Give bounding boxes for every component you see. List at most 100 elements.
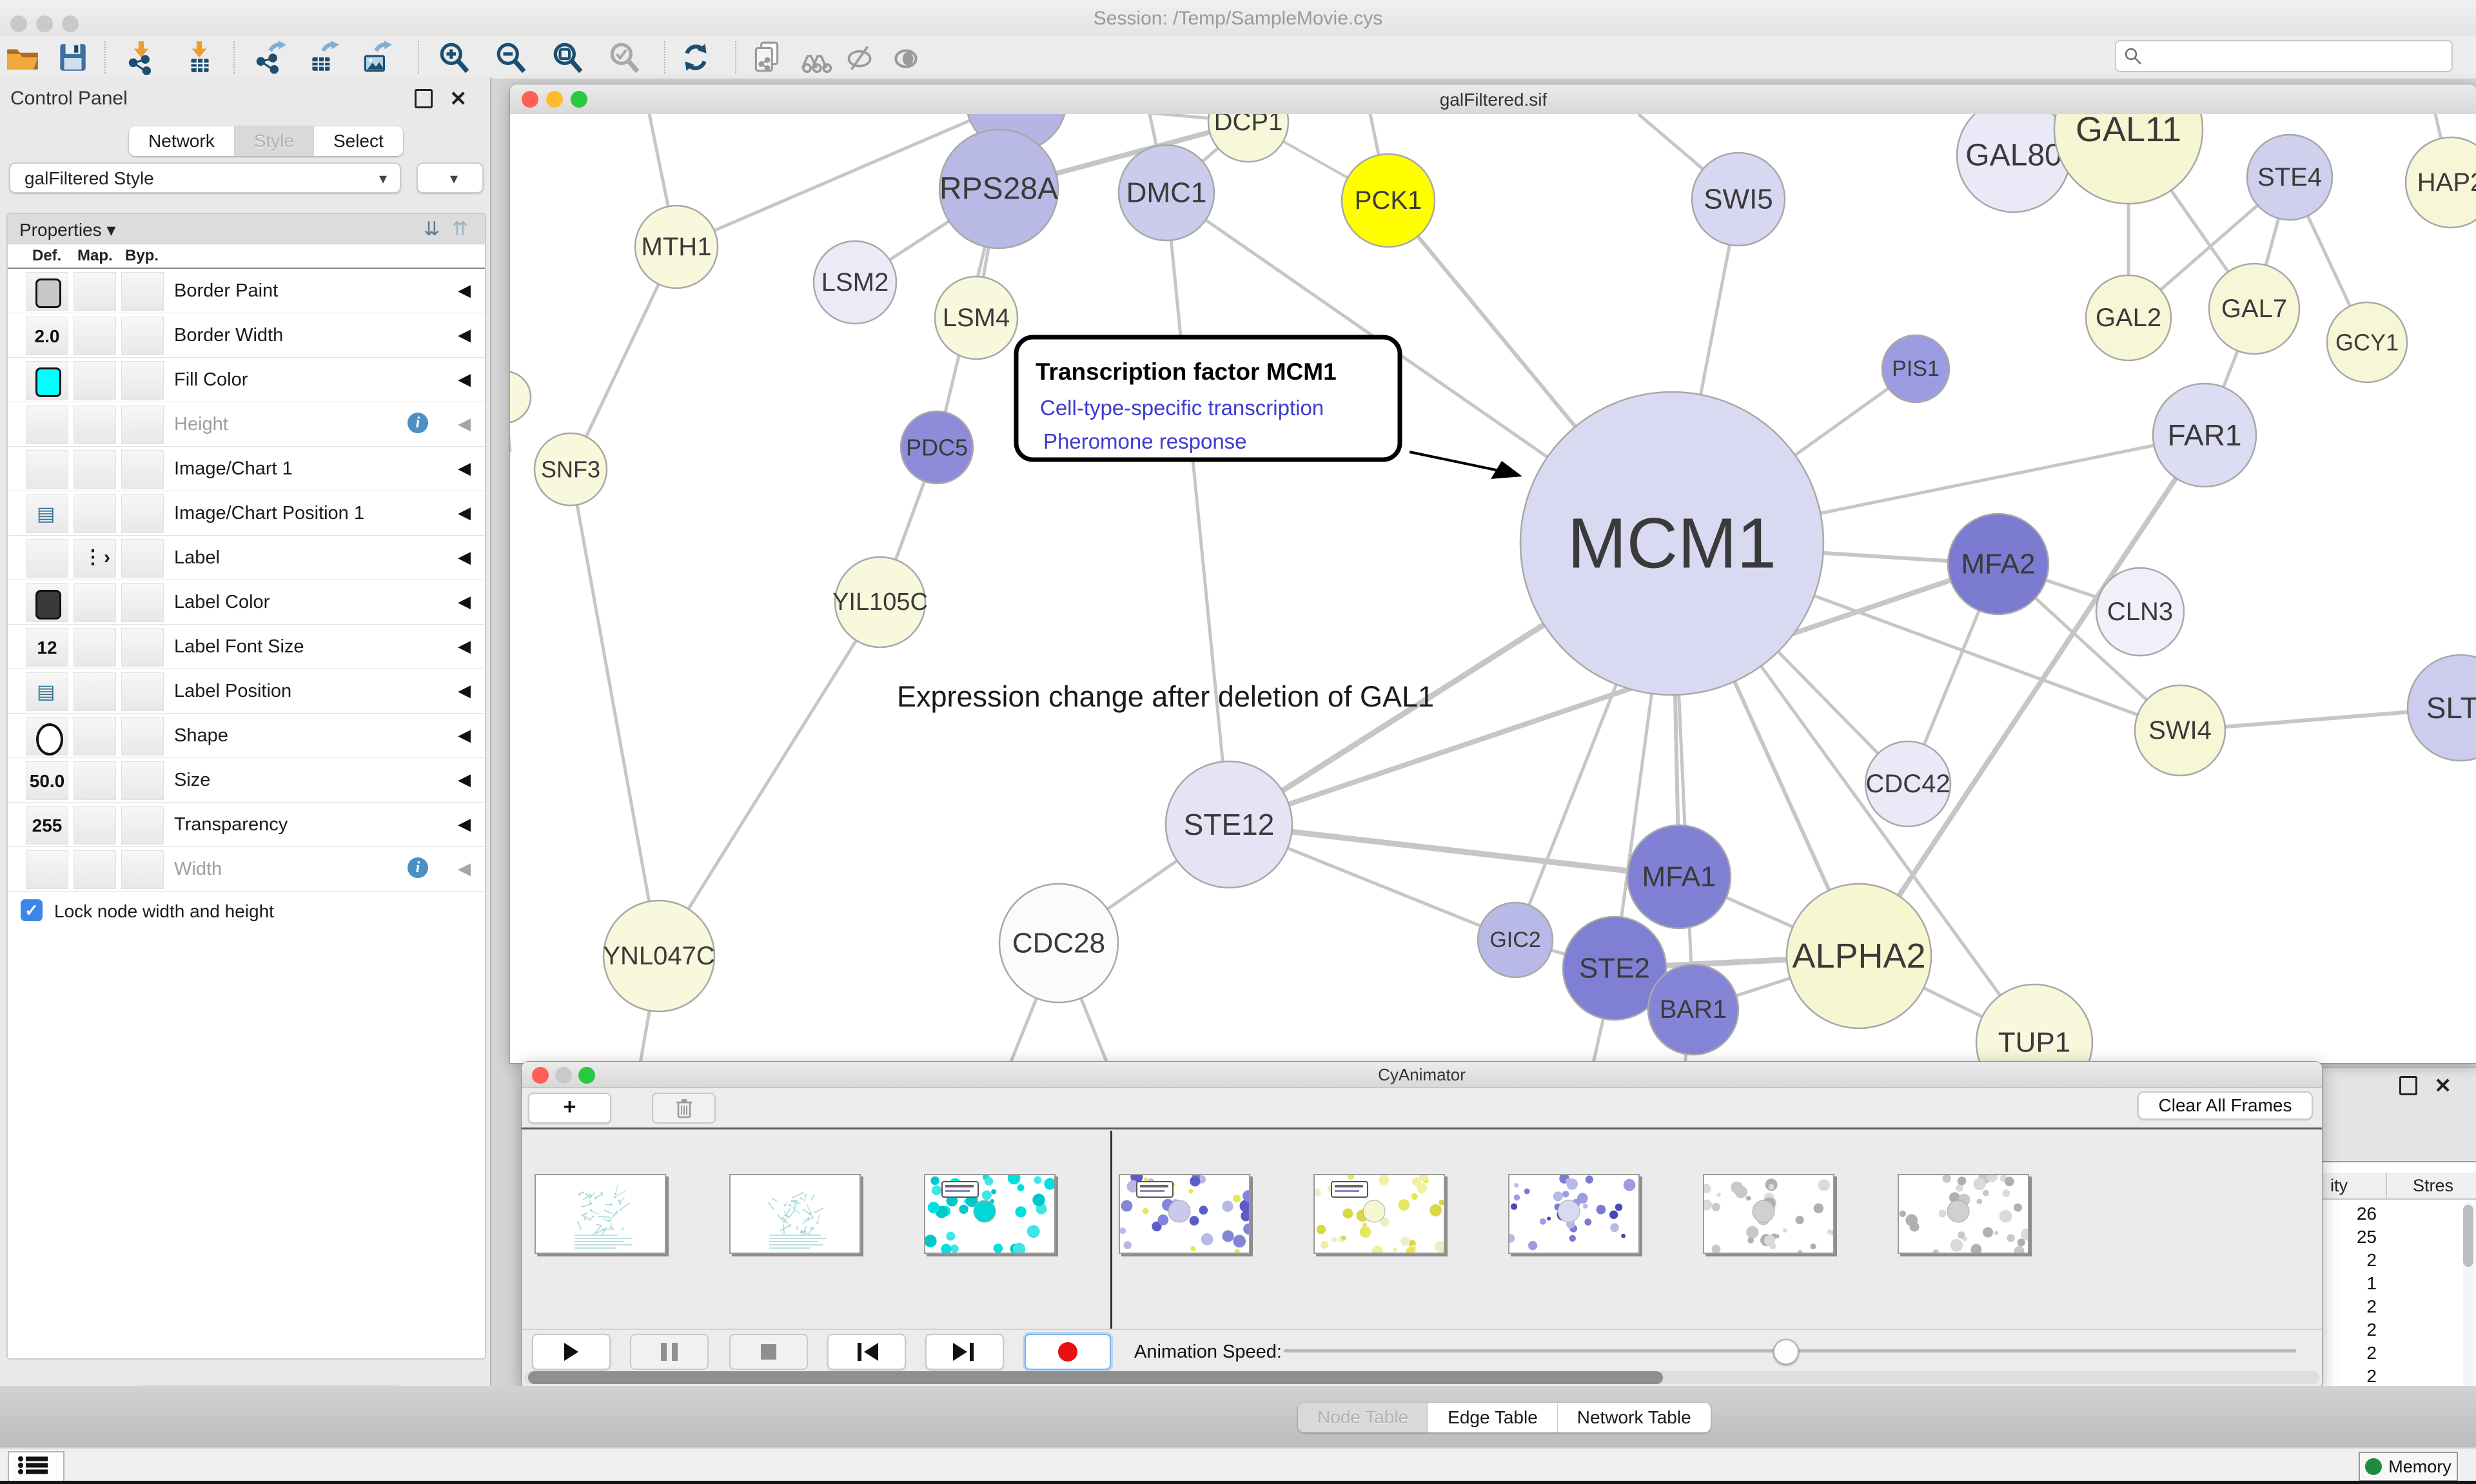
record-button[interactable] — [1025, 1334, 1111, 1370]
default-value[interactable]: 50.0 — [26, 771, 68, 792]
bypass-cell[interactable] — [121, 583, 164, 622]
add-frame-button[interactable]: + — [528, 1093, 611, 1124]
default-cell[interactable]: 12 — [26, 628, 68, 667]
expand-row-icon[interactable]: ◀ — [458, 725, 471, 745]
mapping-cell[interactable] — [74, 717, 116, 756]
export-network-icon[interactable] — [253, 40, 288, 75]
node-GAL11[interactable]: GAL11 — [2054, 114, 2203, 204]
frame-thumbnail-5[interactable] — [1508, 1174, 1640, 1254]
network-canvas[interactable]: RPS28BDCP1RPS28ADMC1PCK1MTH1LSM2LSM4SNF3… — [510, 114, 2476, 1063]
bypass-cell[interactable] — [121, 850, 164, 889]
style-selector[interactable]: galFiltered Style ▾ — [9, 162, 401, 193]
expand-row-icon[interactable]: ◀ — [458, 592, 471, 612]
table-column-radiality[interactable]: ity — [2330, 1176, 2348, 1196]
default-cell[interactable]: ▤ — [26, 672, 68, 711]
property-row-label[interactable]: ⋮›Label◀ — [8, 536, 485, 580]
info-icon[interactable]: i — [408, 857, 428, 878]
node-TUP1[interactable]: TUP1 — [1976, 984, 2092, 1063]
default-value[interactable]: 255 — [26, 815, 68, 836]
node-CDC28[interactable]: CDC28 — [999, 884, 1118, 1002]
mapping-cell[interactable] — [74, 405, 116, 444]
node-LSM4[interactable]: LSM4 — [935, 277, 1017, 359]
property-row-size[interactable]: 50.0Size◀ — [8, 758, 485, 803]
node-PCK1[interactable]: PCK1 — [1342, 154, 1435, 247]
info-icon[interactable]: i — [408, 413, 428, 433]
export-image-icon[interactable] — [359, 40, 393, 75]
skip-to-start-button[interactable] — [827, 1334, 906, 1370]
table-column-stress[interactable]: Stres — [2413, 1176, 2453, 1196]
tab-network-table[interactable]: Network Table — [1558, 1403, 1711, 1432]
bypass-cell[interactable] — [121, 361, 164, 400]
pause-button[interactable] — [630, 1334, 709, 1370]
style-options-button[interactable]: ▾ — [417, 162, 484, 193]
frame-thumbnail-4[interactable] — [1313, 1174, 1445, 1254]
node-GAL7[interactable]: GAL7 — [2209, 264, 2299, 354]
bypass-cell[interactable] — [121, 539, 164, 578]
table-cell[interactable]: 2 — [2324, 1250, 2377, 1271]
property-row-image-chart-1[interactable]: Image/Chart 1◀ — [8, 447, 485, 491]
default-cell[interactable] — [26, 717, 68, 756]
mapping-cell[interactable] — [74, 850, 116, 889]
mapping-cell[interactable] — [74, 361, 116, 400]
table-cell[interactable]: 2 — [2324, 1296, 2377, 1317]
node-STE12[interactable]: STE12 — [1166, 761, 1292, 888]
cyanimator-titlebar[interactable]: CyAnimator — [522, 1062, 2322, 1088]
default-value[interactable]: 12 — [26, 638, 68, 658]
property-row-border-width[interactable]: 2.0Border Width◀ — [8, 313, 485, 358]
mapping-icon[interactable]: ⋮› — [83, 546, 112, 569]
playhead[interactable] — [1110, 1131, 1112, 1329]
frame-thumbnail-2[interactable] — [924, 1174, 1056, 1254]
copy-style-icon[interactable] — [749, 40, 784, 75]
edge-DMC1-STE12[interactable] — [1166, 193, 1229, 825]
node-PDC5[interactable]: PDC5 — [901, 411, 973, 483]
delete-frame-button[interactable] — [652, 1093, 716, 1124]
expand-row-icon[interactable]: ◀ — [458, 547, 471, 567]
table-cell[interactable]: 2 — [2324, 1320, 2377, 1340]
node-SLT2[interactable]: SLT2 — [2408, 655, 2476, 761]
close-panel-icon[interactable]: ✕ — [2434, 1074, 2463, 1097]
frame-thumbnail-0[interactable] — [535, 1174, 666, 1254]
ellipse-shape-icon[interactable] — [36, 723, 63, 756]
property-row-image-chart-position-1[interactable]: ▤Image/Chart Position 1◀ — [8, 491, 485, 536]
table-cell[interactable]: 26 — [2324, 1204, 2377, 1224]
play-button[interactable] — [532, 1334, 611, 1370]
node-CLN3[interactable]: CLN3 — [2096, 568, 2184, 656]
property-row-label-font-size[interactable]: 12Label Font Size◀ — [8, 625, 485, 669]
node-LSM2[interactable]: LSM2 — [814, 241, 896, 324]
default-cell[interactable]: 50.0 — [26, 761, 68, 800]
node-RPS28A[interactable]: RPS28A — [939, 130, 1058, 248]
table-cell[interactable]: 2 — [2324, 1343, 2377, 1363]
import-table-icon[interactable] — [182, 40, 217, 75]
default-cell[interactable] — [26, 272, 68, 311]
default-cell[interactable]: 255 — [26, 806, 68, 845]
default-cell[interactable] — [26, 583, 68, 622]
memory-button[interactable]: Memory — [2359, 1452, 2458, 1481]
node-GAL80[interactable]: GAL80 — [1957, 114, 2070, 212]
expand-all-icon[interactable]: ⇊ — [424, 218, 440, 240]
default-value-swatch[interactable] — [35, 590, 61, 620]
node-DCP1[interactable]: DCP1 — [1208, 114, 1288, 162]
export-table-icon[interactable] — [306, 40, 340, 75]
mapping-cell[interactable] — [74, 761, 116, 800]
mapping-cell[interactable]: ⋮› — [74, 539, 116, 578]
node-CDC42[interactable]: CDC42 — [1865, 741, 1950, 826]
node-YNL047C[interactable]: YNL047C — [603, 901, 714, 1011]
default-value-swatch[interactable] — [35, 367, 61, 397]
zoom-fit-icon[interactable] — [551, 40, 585, 75]
speed-slider-handle[interactable] — [1773, 1339, 1799, 1365]
property-row-fill-color[interactable]: Fill Color◀ — [8, 358, 485, 402]
bypass-cell[interactable] — [121, 450, 164, 489]
task-history-button[interactable] — [8, 1451, 64, 1482]
zoom-out-icon[interactable] — [494, 40, 529, 75]
tab-node-table[interactable]: Node Table — [1298, 1403, 1428, 1432]
lock-size-checkbox[interactable]: ✓ — [21, 899, 43, 921]
expand-row-icon[interactable]: ◀ — [458, 503, 471, 523]
mapping-cell[interactable] — [74, 583, 116, 622]
collapse-all-icon[interactable]: ⇈ — [452, 218, 468, 240]
mapping-cell[interactable] — [74, 672, 116, 711]
expand-row-icon[interactable]: ◀ — [458, 681, 471, 701]
property-row-shape[interactable]: Shape◀ — [8, 714, 485, 758]
refresh-icon[interactable] — [678, 40, 713, 75]
tab-edge-table[interactable]: Edge Table — [1428, 1403, 1558, 1432]
hide-details-icon[interactable] — [842, 40, 877, 75]
